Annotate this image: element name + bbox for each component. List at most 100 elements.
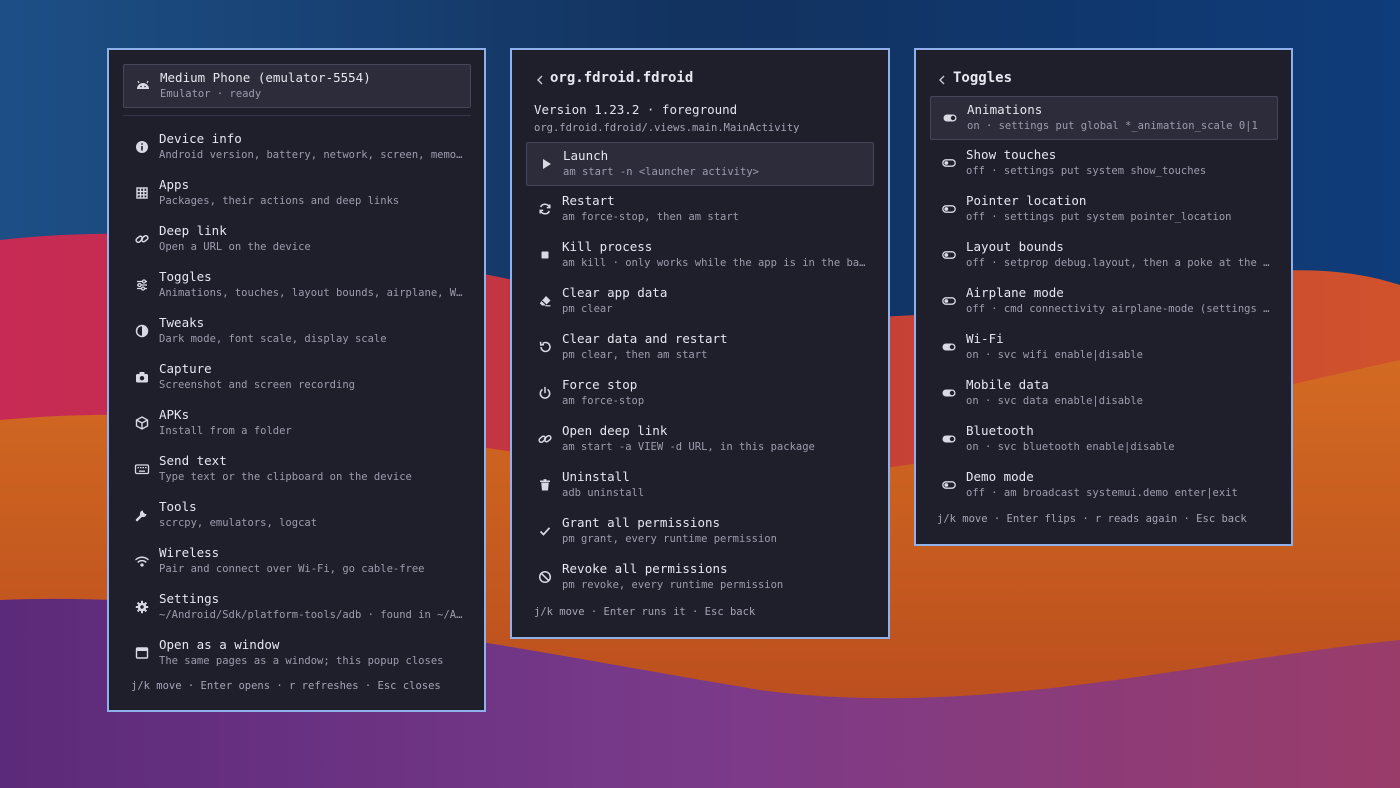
keyboard-hint: j/k move · Enter opens · r refreshes · E… [131, 680, 441, 692]
toggle-bluetooth[interactable]: Bluetooth on · svc bluetooth enable|disab… [930, 418, 1278, 462]
toggle-subtitle: off · am broadcast systemui.demo enter|e… [966, 487, 1238, 499]
info-icon [134, 139, 150, 155]
menu-item-subtitle: Open a URL on the device [159, 241, 311, 253]
toggle-layout-bounds[interactable]: Layout bounds off · setprop debug.layout,… [930, 234, 1278, 278]
menu-item-capture[interactable]: Capture Screenshot and screen recording [123, 356, 471, 400]
action-grant-all-permissions[interactable]: Grant all permissions pm grant, every ru… [526, 510, 874, 554]
toggle-show-touches[interactable]: Show touches off · settings put system sh… [930, 142, 1278, 186]
toggle-subtitle: off · setprop debug.layout, then a poke … [966, 257, 1270, 269]
toggle-title: Wi-Fi [966, 331, 1004, 346]
page-title: org.fdroid.fdroid [550, 70, 694, 86]
action-open-deep-link[interactable]: Open deep link am start -a VIEW -d URL, … [526, 418, 874, 462]
menu-item-apps[interactable]: Apps Packages, their actions and deep li… [123, 172, 471, 216]
device-selector[interactable]: Medium Phone (emulator-5554) Emulator · … [123, 64, 471, 108]
camera-icon [134, 369, 150, 385]
toggle-airplane-mode[interactable]: Airplane mode off · cmd connectivity airp… [930, 280, 1278, 324]
page-title: Toggles [953, 70, 1013, 86]
action-subtitle: pm revoke, every runtime permission [562, 579, 784, 591]
action-subtitle: pm clear [562, 303, 613, 315]
link-icon [537, 431, 553, 447]
menu-item-deep-link[interactable]: Deep link Open a URL on the device [123, 218, 471, 262]
toggle-subtitle: off · settings put system show_touches [966, 165, 1207, 177]
power-icon [537, 385, 553, 401]
wifi-icon [134, 553, 150, 569]
keyboard-hint: j/k move · Enter runs it · Esc back [534, 606, 756, 618]
toggle-mobile-data[interactable]: Mobile data on · svc data enable|disable [930, 372, 1278, 416]
toggle-title: Airplane mode [966, 285, 1064, 300]
device-name: Medium Phone (emulator-5554) [160, 70, 371, 85]
toggle-wi-fi[interactable]: Wi-Fi on · svc wifi enable|disable [930, 326, 1278, 370]
action-uninstall[interactable]: Uninstall adb uninstall [526, 464, 874, 508]
menu-item-title: APKs [159, 407, 190, 422]
menu-item-device-info[interactable]: Device info Android version, battery, ne… [123, 126, 471, 170]
menu-item-subtitle: ~/Android/Sdk/platform-tools/adb · found… [159, 609, 463, 621]
menu-item-title: Wireless [159, 545, 220, 560]
check-icon [537, 523, 553, 539]
app-version: Version 1.23.2 · foreground [534, 102, 738, 117]
menu-item-title: Open as a window [159, 637, 280, 652]
wrench-icon [134, 507, 150, 523]
menu-item-title: Tweaks [159, 315, 205, 330]
toggle-subtitle: on · svc wifi enable|disable [966, 349, 1144, 361]
action-title: Revoke all permissions [562, 561, 728, 576]
action-title: Restart [562, 193, 615, 208]
menu-item-send-text[interactable]: Send text Type text or the clipboard on … [123, 448, 471, 492]
toggle-title: Layout bounds [966, 239, 1064, 254]
action-title: Uninstall [562, 469, 630, 484]
refresh-icon [537, 201, 553, 217]
link-icon [134, 231, 150, 247]
toggle-animations[interactable]: Animations on · settings put global *_ani… [930, 96, 1278, 140]
menu-item-tools[interactable]: Tools scrcpy, emulators, logcat [123, 494, 471, 538]
toggle-title: Mobile data [966, 377, 1049, 392]
action-clear-app-data[interactable]: Clear app data pm clear [526, 280, 874, 324]
toggle-on-icon [941, 339, 957, 355]
action-title: Clear app data [562, 285, 668, 300]
menu-item-title: Tools [159, 499, 197, 514]
action-title: Force stop [562, 377, 638, 392]
app-activity: org.fdroid.fdroid/.views.main.MainActivi… [534, 122, 800, 134]
menu-item-subtitle: Android version, battery, network, scree… [159, 149, 463, 161]
action-restart[interactable]: Restart am force-stop, then am start [526, 188, 874, 232]
menu-item-subtitle: Dark mode, font scale, display scale [159, 333, 387, 345]
menu-item-open-as-window[interactable]: Open as a window The same pages as a win… [123, 632, 471, 676]
keyboard-icon [134, 461, 150, 477]
trash-icon [537, 477, 553, 493]
action-title: Grant all permissions [562, 515, 721, 530]
back-chevron-icon[interactable] [534, 72, 546, 86]
divider [123, 115, 471, 116]
action-force-stop[interactable]: Force stop am force-stop [526, 372, 874, 416]
action-subtitle: am force-stop, then am start [562, 211, 740, 223]
toggle-off-icon [941, 247, 957, 263]
package-icon [134, 415, 150, 431]
action-subtitle: am start -n <launcher activity> [563, 166, 759, 178]
stop-icon [537, 247, 553, 263]
toggle-demo-mode[interactable]: Demo mode off · am broadcast systemui.dem… [930, 464, 1278, 508]
menu-item-apks[interactable]: APKs Install from a folder [123, 402, 471, 446]
back-chevron-icon[interactable] [936, 72, 948, 86]
menu-item-toggles[interactable]: Toggles Animations, touches, layout boun… [123, 264, 471, 308]
action-title: Clear data and restart [562, 331, 728, 346]
toggle-subtitle: off · cmd connectivity airplane-mode (se… [966, 303, 1270, 315]
action-revoke-all-permissions[interactable]: Revoke all permissions pm revoke, every … [526, 556, 874, 600]
menu-item-title: Capture [159, 361, 212, 376]
play-icon [538, 156, 554, 172]
action-kill-process[interactable]: Kill process am kill · only works while … [526, 234, 874, 278]
eraser-icon [537, 293, 553, 309]
menu-item-settings[interactable]: Settings ~/Android/Sdk/platform-tools/ad… [123, 586, 471, 630]
menu-item-tweaks[interactable]: Tweaks Dark mode, font scale, display sc… [123, 310, 471, 354]
action-title: Open deep link [562, 423, 668, 438]
toggle-title: Pointer location [966, 193, 1087, 208]
toggle-title: Show touches [966, 147, 1057, 162]
gear-icon [134, 599, 150, 615]
action-launch[interactable]: Launch am start -n <launcher activity> [526, 142, 874, 186]
toggle-pointer-location[interactable]: Pointer location off · settings put syste… [930, 188, 1278, 232]
toggle-title: Demo mode [966, 469, 1034, 484]
toggle-subtitle: on · settings put global *_animation_sca… [967, 120, 1258, 132]
action-subtitle: am force-stop [562, 395, 645, 407]
action-clear-data-and-restart[interactable]: Clear data and restart pm clear, then am… [526, 326, 874, 370]
action-subtitle: pm grant, every runtime permission [562, 533, 777, 545]
toggle-title: Bluetooth [966, 423, 1034, 438]
action-title: Launch [563, 148, 609, 163]
menu-item-wireless[interactable]: Wireless Pair and connect over Wi-Fi, go… [123, 540, 471, 584]
toggle-on-icon [941, 431, 957, 447]
